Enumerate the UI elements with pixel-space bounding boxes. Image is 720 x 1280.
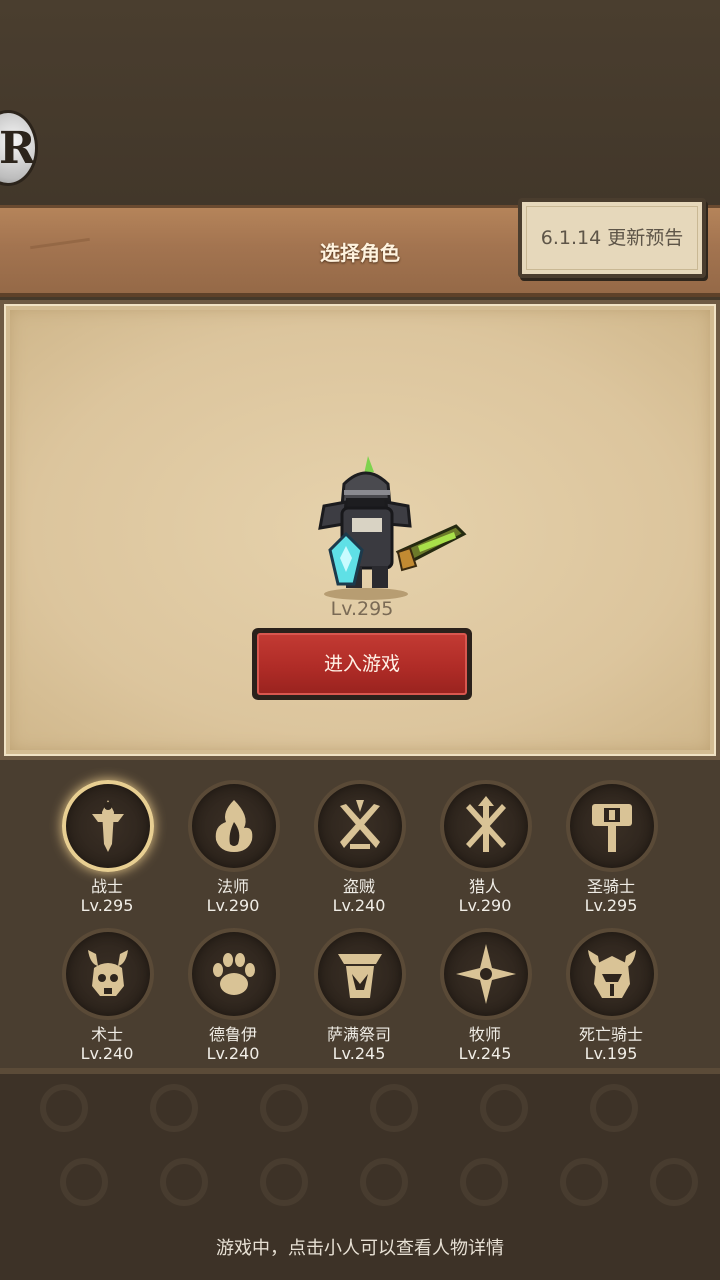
hero-level-label: Lv.295 bbox=[330, 598, 394, 620]
faded-emblem-icon bbox=[160, 1158, 208, 1206]
class-rogue[interactable]: 盗贼 Lv.240 bbox=[304, 770, 414, 915]
class-name: 牧师 bbox=[468, 1025, 501, 1044]
class-level: Lv.245 bbox=[332, 1044, 386, 1063]
class-mage[interactable]: 法师 Lv.290 bbox=[178, 770, 288, 915]
class-warlock[interactable]: 术士 Lv.240 bbox=[52, 918, 162, 1063]
hammer-icon bbox=[566, 780, 658, 872]
class-name: 圣骑士 bbox=[586, 877, 635, 896]
class-selection-grid: 战士 Lv.295 法师 Lv.290 盗贼 Lv.240 猎人 Lv.290 … bbox=[0, 760, 720, 1068]
class-name: 猎人 bbox=[468, 877, 501, 896]
faded-emblem-icon bbox=[460, 1158, 508, 1206]
enter-game-label: 进入游戏 bbox=[257, 633, 467, 695]
class-level: Lv.295 bbox=[584, 896, 638, 915]
class-level: Lv.295 bbox=[80, 896, 134, 915]
paw-icon bbox=[188, 928, 280, 1020]
class-paladin[interactable]: 圣骑士 Lv.295 bbox=[556, 770, 666, 915]
class-druid[interactable]: 德鲁伊 Lv.240 bbox=[178, 918, 288, 1063]
holy-star-icon bbox=[440, 928, 532, 1020]
sword-icon bbox=[62, 780, 154, 872]
class-name: 死亡骑士 bbox=[578, 1025, 643, 1044]
demon-skull-icon bbox=[62, 928, 154, 1020]
class-level: Lv.290 bbox=[458, 896, 512, 915]
class-level: Lv.240 bbox=[332, 896, 386, 915]
class-name: 术士 bbox=[90, 1025, 123, 1044]
faded-emblem-icon bbox=[650, 1158, 698, 1206]
footer-hint: 游戏中，点击小人可以查看人物详情 bbox=[216, 1238, 504, 1259]
faded-emblem-icon bbox=[260, 1158, 308, 1206]
hero-character-sprite[interactable] bbox=[306, 454, 476, 604]
faded-emblem-icon bbox=[150, 1084, 198, 1132]
logo-badge[interactable]: R bbox=[0, 110, 38, 186]
class-name: 萨满祭司 bbox=[326, 1025, 391, 1044]
flame-icon bbox=[188, 780, 280, 872]
class-name: 盗贼 bbox=[342, 877, 375, 896]
faded-emblem-icon bbox=[370, 1084, 418, 1132]
class-hunter[interactable]: 猎人 Lv.290 bbox=[430, 770, 540, 915]
character-preview-panel: Lv.295 进入游戏 bbox=[0, 300, 720, 760]
class-name: 法师 bbox=[216, 877, 249, 896]
crossed-daggers-icon bbox=[314, 780, 406, 872]
faded-emblem-icon bbox=[60, 1158, 108, 1206]
class-warrior[interactable]: 战士 Lv.295 bbox=[52, 770, 162, 915]
enter-game-button[interactable]: 进入游戏 bbox=[252, 628, 472, 700]
faded-emblem-icon bbox=[360, 1158, 408, 1206]
class-level: Lv.240 bbox=[206, 1044, 260, 1063]
faded-emblem-icon bbox=[40, 1084, 88, 1132]
faded-emblem-icon bbox=[560, 1158, 608, 1206]
class-level: Lv.290 bbox=[206, 896, 260, 915]
faded-emblem-icon bbox=[480, 1084, 528, 1132]
class-shaman[interactable]: 萨满祭司 Lv.245 bbox=[304, 918, 414, 1063]
parchment-frame: Lv.295 进入游戏 bbox=[4, 304, 716, 756]
horned-helm-icon bbox=[566, 928, 658, 1020]
update-notice-button[interactable]: 6.1.14 更新预告 bbox=[518, 198, 706, 278]
class-level: Lv.245 bbox=[458, 1044, 512, 1063]
class-death-knight[interactable]: 死亡骑士 Lv.195 bbox=[556, 918, 666, 1063]
class-name: 德鲁伊 bbox=[208, 1025, 257, 1044]
class-priest[interactable]: 牧师 Lv.245 bbox=[430, 918, 540, 1063]
faded-emblem-icon bbox=[590, 1084, 638, 1132]
class-name: 战士 bbox=[90, 877, 123, 896]
crossed-arrows-icon bbox=[440, 780, 532, 872]
class-level: Lv.195 bbox=[584, 1044, 638, 1063]
totem-icon bbox=[314, 928, 406, 1020]
faded-emblem-icon bbox=[260, 1084, 308, 1132]
class-level: Lv.240 bbox=[80, 1044, 134, 1063]
top-area: R bbox=[0, 0, 720, 205]
